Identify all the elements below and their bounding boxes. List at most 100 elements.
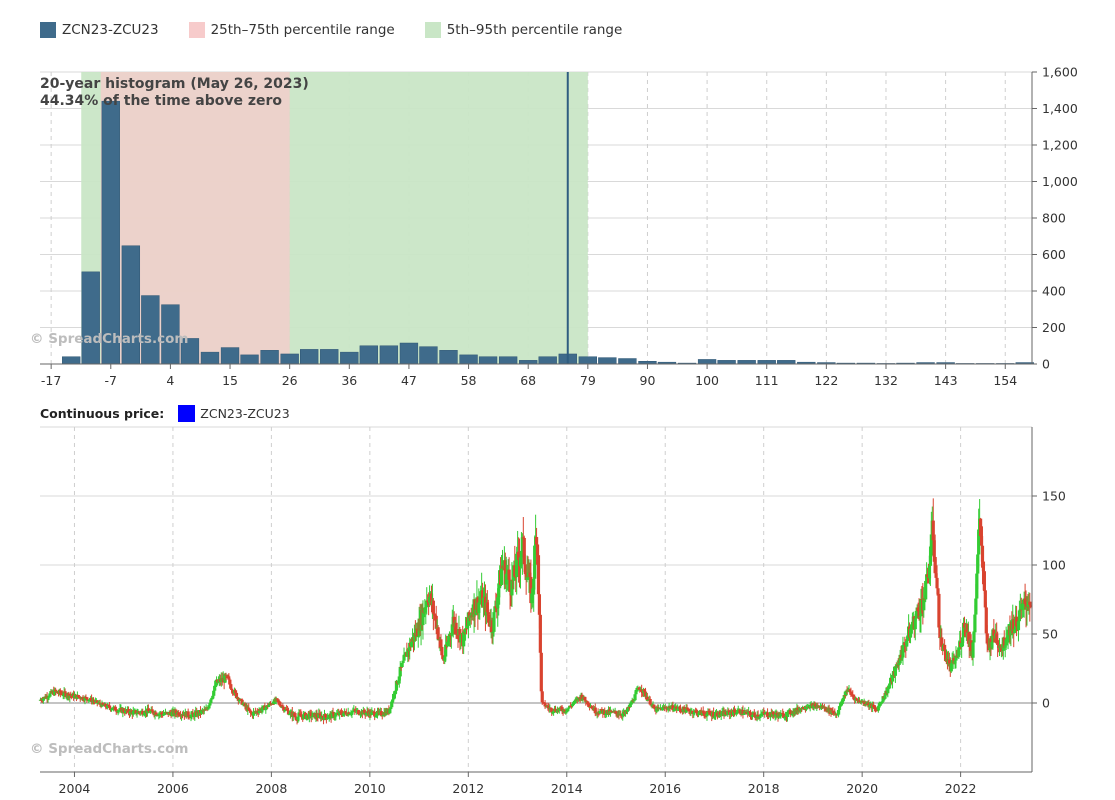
candle-body	[85, 697, 89, 700]
price-x-tick-label: 2014	[551, 781, 583, 796]
candle-body	[247, 707, 251, 711]
continuous-price-series-label: ZCN23-ZCU23	[200, 405, 290, 421]
hist-y-tick-label: 1,200	[1042, 138, 1078, 153]
price-x-tick-label: 2008	[255, 781, 287, 796]
hist-x-tick-label: 36	[341, 373, 357, 388]
legend-item-series[interactable]: ZCN23-ZCU23	[40, 22, 159, 38]
candle-body	[943, 644, 947, 651]
price-y-tick-label: 50	[1042, 627, 1058, 642]
histogram-bar	[578, 356, 597, 365]
hist-x-tick-label: 111	[755, 373, 779, 388]
hist-y-tick-label: 400	[1042, 284, 1066, 299]
candle-body	[539, 652, 543, 692]
histogram-bar	[598, 357, 617, 365]
candle-body	[1028, 601, 1032, 606]
histogram-bar	[757, 360, 776, 365]
price-y-tick-label: 100	[1042, 558, 1066, 573]
histogram-bar	[737, 360, 756, 365]
histogram-bar	[538, 356, 557, 365]
candle-body	[924, 580, 928, 600]
histogram-bar	[697, 359, 717, 365]
chart-legend: ZCN23-ZCU23 25th–75th percentile range 5…	[40, 20, 652, 40]
candle-body	[131, 711, 135, 715]
histogram-bar	[200, 351, 220, 365]
hist-x-tick-label: 26	[282, 373, 298, 388]
watermark: © SpreadCharts.com	[30, 741, 188, 757]
hist-x-tick-label: 90	[640, 373, 656, 388]
candle-body	[537, 594, 542, 615]
histogram-bar	[478, 356, 498, 365]
legend-label-5-95: 5th–95th percentile range	[446, 22, 623, 38]
hist-x-tick-label: 15	[222, 373, 238, 388]
continuous-price-swatch[interactable]	[178, 404, 196, 422]
candle-body	[533, 545, 537, 579]
histogram-bar	[300, 349, 319, 365]
histogram-bar	[62, 356, 81, 365]
price-x-tick-label: 2012	[452, 781, 484, 796]
hist-y-tick-label: 800	[1042, 211, 1066, 226]
price-x-tick-label: 2022	[945, 781, 977, 796]
candle-body	[323, 714, 328, 717]
candle-body	[901, 645, 905, 658]
hist-y-tick-label: 1,400	[1042, 101, 1078, 116]
hist-x-tick-label: 79	[580, 373, 596, 388]
histogram-bar	[280, 353, 299, 365]
histogram-bar	[101, 100, 120, 365]
watermark: © SpreadCharts.com	[30, 331, 188, 347]
histogram-title: 20-year histogram (May 26, 2023)	[40, 76, 309, 92]
price-y-tick-label: 0	[1042, 696, 1050, 711]
hist-x-tick-label: -17	[41, 373, 61, 388]
candle-body	[980, 545, 985, 562]
price-x-tick-label: 2006	[157, 781, 189, 796]
price-chart: 0 50 100 150 2004 2006 2008 2010 2012 2014 2016 201…	[30, 426, 1066, 796]
histogram-bar	[340, 351, 359, 365]
histogram-bar	[439, 350, 458, 365]
legend-item-5-95[interactable]: 5th–95th percentile range	[424, 22, 623, 38]
price-x-tick-label: 2010	[354, 781, 386, 796]
continuous-price-label: Continuous price:	[40, 405, 165, 421]
hist-x-tick-label: 132	[874, 373, 898, 388]
legend-swatch-25-75	[188, 22, 205, 38]
legend-swatch-series	[40, 22, 56, 38]
candle-body	[536, 555, 541, 595]
histogram-bar	[459, 354, 478, 365]
price-x-tick-label: 2016	[649, 781, 681, 796]
candle-body	[632, 700, 636, 702]
histogram-bar	[320, 349, 339, 365]
histogram-bar	[141, 295, 160, 365]
histogram-bar	[220, 347, 240, 365]
legend-item-25-75[interactable]: 25th–75th percentile range	[188, 22, 395, 38]
hist-x-tick-label: -7	[105, 373, 117, 388]
histogram-bar	[717, 360, 736, 365]
hist-x-tick-label: 100	[695, 373, 719, 388]
price-y-tick-label: 150	[1042, 489, 1066, 504]
hist-y-tick-label: 1,600	[1042, 65, 1078, 80]
histogram-bar	[399, 342, 419, 365]
histogram-bar	[240, 354, 259, 365]
hist-y-tick-label: 0	[1042, 357, 1050, 372]
candle-body	[972, 632, 976, 643]
histogram-chart: 0 200 400 600 800 1,000 1,200 1,400 1,600 -17 -7 4 1…	[30, 65, 1078, 389]
hist-y-tick-label: 1,000	[1042, 174, 1078, 189]
continuous-price-legend: Continuous price: ZCN23-ZCU23	[40, 403, 290, 423]
hist-x-tick-label: 58	[461, 373, 477, 388]
candle-body	[648, 699, 652, 705]
candle-body	[540, 691, 544, 703]
hist-x-tick-label: 47	[401, 373, 417, 388]
histogram-bar	[498, 356, 518, 365]
histogram-bar	[379, 345, 399, 365]
histogram-bar	[519, 360, 538, 365]
histogram-bar	[359, 345, 378, 365]
histogram-bar	[777, 360, 796, 365]
histogram-bar	[81, 271, 100, 365]
hist-x-tick-label: 154	[993, 373, 1017, 388]
candle-body	[876, 706, 880, 711]
legend-swatch-5-95	[424, 22, 441, 38]
candle-body	[486, 612, 490, 615]
histogram-bar	[260, 350, 279, 365]
hist-x-tick-label: 4	[166, 373, 174, 388]
price-x-tick-label: 2004	[59, 781, 91, 796]
hist-y-tick-label: 600	[1042, 247, 1066, 262]
hist-x-tick-label: 143	[934, 373, 958, 388]
candle-body	[893, 666, 897, 676]
